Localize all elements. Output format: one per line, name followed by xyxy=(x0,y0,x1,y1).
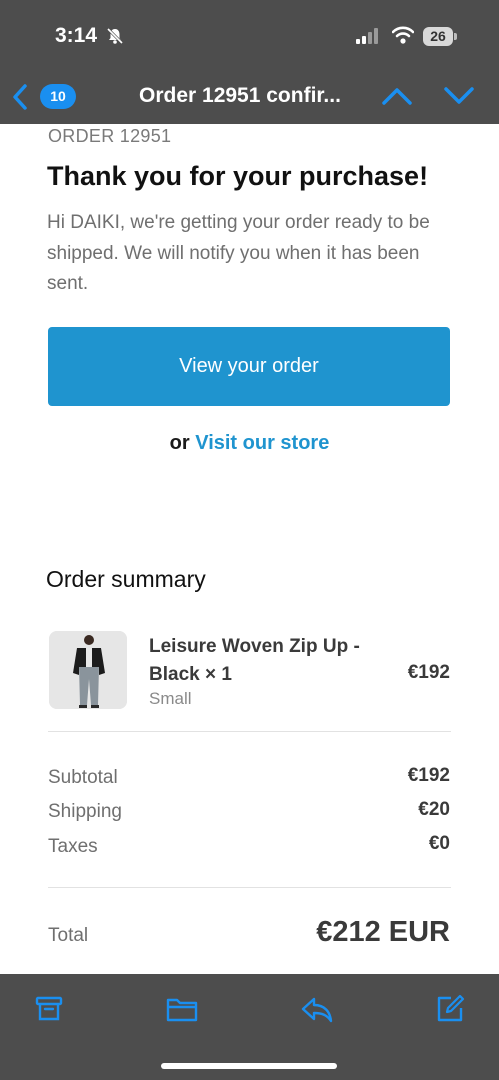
total-label: Total xyxy=(48,925,89,946)
home-indicator[interactable] xyxy=(161,1063,337,1069)
divider xyxy=(48,731,451,732)
taxes-label: Taxes xyxy=(48,836,98,857)
order-summary-title: Order summary xyxy=(46,566,206,592)
headline: Thank you for your purchase! xyxy=(47,161,429,191)
subtotal-value: €192 xyxy=(407,765,450,786)
chevron-left-icon[interactable] xyxy=(10,83,30,111)
chevron-down-icon[interactable] xyxy=(442,84,476,108)
product-price: €192 xyxy=(407,662,450,683)
archive-icon[interactable] xyxy=(34,994,64,1024)
product-image xyxy=(49,631,127,709)
reply-icon[interactable] xyxy=(300,994,334,1024)
intro-text: Hi DAIKI, we're getting your order ready… xyxy=(47,212,430,294)
compose-icon[interactable] xyxy=(435,994,465,1024)
visit-store-link[interactable]: Visit our store xyxy=(195,432,329,454)
unread-count-badge[interactable]: 10 xyxy=(40,84,76,109)
chevron-up-icon[interactable] xyxy=(380,84,414,108)
store-prefix: or xyxy=(169,432,190,454)
status-time: 3:14 xyxy=(55,24,98,47)
battery-cap xyxy=(454,33,457,40)
shipping-label: Shipping xyxy=(48,801,122,822)
total-value: €212 EUR xyxy=(316,916,450,948)
wifi-icon xyxy=(392,26,414,44)
store-line: or Visit our store xyxy=(0,432,499,455)
shipping-value: €20 xyxy=(418,799,450,820)
battery-icon: 26 xyxy=(423,27,453,46)
folder-icon[interactable] xyxy=(165,994,199,1024)
order-number-label: ORDER 12951 xyxy=(48,126,172,146)
message-title: Order 12951 confir... xyxy=(139,84,341,107)
subtotal-label: Subtotal xyxy=(48,767,118,788)
product-figure xyxy=(49,631,127,709)
view-order-button[interactable]: View your order xyxy=(48,327,450,406)
product-name: Leisure Woven Zip Up - Black × 1 xyxy=(149,636,360,685)
divider xyxy=(48,887,451,888)
product-variant: Small xyxy=(149,689,192,708)
cellular-signal-icon xyxy=(356,28,378,44)
bell-slash-icon xyxy=(106,27,124,45)
taxes-value: €0 xyxy=(428,833,450,854)
